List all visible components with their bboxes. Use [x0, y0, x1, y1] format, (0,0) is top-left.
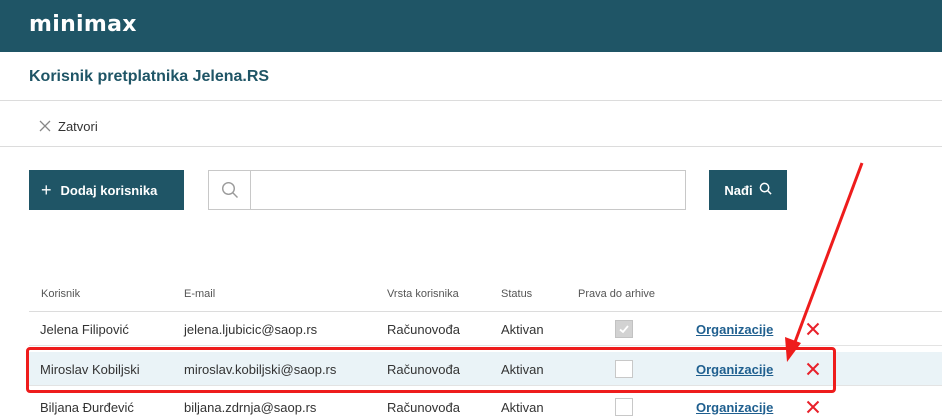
delete-x-icon[interactable] — [805, 321, 821, 337]
archive-checkbox[interactable] — [615, 320, 633, 338]
user-name: Biljana Đurđević — [40, 399, 134, 415]
close-label: Zatvori — [58, 118, 98, 134]
user-type: Računovođa — [387, 321, 460, 337]
search-icon — [209, 171, 251, 209]
organizations-cell: Organizacije — [696, 352, 773, 386]
delete-x-icon[interactable] — [805, 399, 821, 415]
user-email: miroslav.kobiljski@saop.rs — [184, 361, 337, 377]
delete-x-icon[interactable] — [805, 361, 821, 377]
column-header-type[interactable]: Vrsta korisnika — [387, 288, 459, 300]
top-bar: minimax — [0, 0, 942, 52]
toolbar-divider — [0, 146, 942, 147]
add-user-button[interactable]: + Dodaj korisnika — [29, 170, 184, 210]
table-row: Jelena Filipović jelena.ljubicic@saop.rs… — [29, 312, 942, 346]
plus-icon: + — [41, 180, 52, 200]
archive-checkbox[interactable] — [615, 360, 633, 378]
user-name: Jelena Filipović — [40, 321, 129, 337]
close-icon — [38, 119, 52, 133]
search-icon — [759, 182, 772, 198]
find-label: Nađi — [724, 182, 753, 198]
title-divider — [0, 100, 942, 101]
find-button[interactable]: Nađi — [709, 170, 787, 210]
user-name: Miroslav Kobiljski — [40, 361, 140, 377]
column-header-archive[interactable]: Prava do arhive — [578, 288, 655, 300]
search-box — [208, 170, 686, 210]
user-email: biljana.zdrnja@saop.rs — [184, 399, 317, 415]
user-type: Računovođa — [387, 361, 460, 377]
table-row: Biljana Đurđević biljana.zdrnja@saop.rs … — [29, 390, 942, 419]
column-header-email[interactable]: E-mail — [184, 288, 215, 300]
organizations-cell: Organizacije — [696, 312, 773, 346]
column-header-user[interactable]: Korisnik — [41, 288, 80, 300]
page-title: Korisnik pretplatnika Jelena.RS — [29, 68, 270, 85]
search-input[interactable] — [251, 171, 685, 209]
user-status: Aktivan — [501, 399, 544, 415]
user-email: jelena.ljubicic@saop.rs — [184, 321, 318, 337]
check-icon — [619, 325, 629, 334]
user-status: Aktivan — [501, 361, 544, 377]
organizations-link[interactable]: Organizacije — [696, 362, 773, 377]
organizations-link[interactable]: Organizacije — [696, 400, 773, 415]
archive-checkbox[interactable] — [615, 398, 633, 416]
add-user-label: Dodaj korisnika — [60, 182, 158, 198]
table-row: Miroslav Kobiljski miroslav.kobiljski@sa… — [29, 352, 942, 386]
user-type: Računovođa — [387, 399, 460, 415]
close-button[interactable]: Zatvori — [38, 116, 98, 136]
organizations-cell: Organizacije — [696, 390, 773, 419]
organizations-link[interactable]: Organizacije — [696, 322, 773, 337]
app-logo[interactable]: minimax — [29, 12, 137, 37]
user-status: Aktivan — [501, 321, 544, 337]
column-header-status[interactable]: Status — [501, 288, 532, 300]
